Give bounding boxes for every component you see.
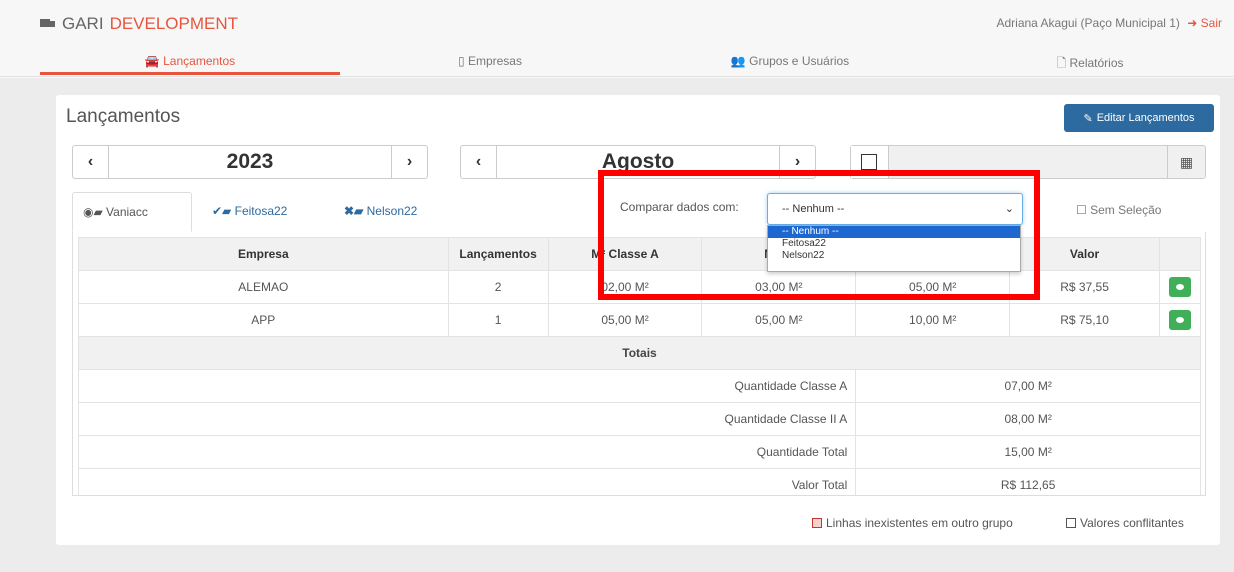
- calendar-icon[interactable]: ▦: [1167, 146, 1205, 178]
- nav-item-label: Empresas: [467, 54, 522, 68]
- edit-lancamentos-button[interactable]: ✎ Editar Lançamentos: [1064, 104, 1214, 132]
- brand-logo[interactable]: GARI DEVELOPMENT: [40, 14, 238, 34]
- summary-row: Quantidade Classe A 07,00 M²: [77, 369, 1201, 403]
- summary-row: Quantidade Classe II A 08,00 M²: [77, 402, 1201, 436]
- car-icon: 🚘: [144, 54, 160, 68]
- cell-lancamentos: 2: [447, 270, 549, 304]
- edit-button-label: Editar Lançamentos: [1096, 112, 1195, 124]
- user-folder-icon: ◉▰: [83, 205, 103, 219]
- users-icon: 👥: [730, 54, 746, 68]
- tab-label: Feitosa22: [234, 204, 288, 218]
- user-info: Adriana Akagui (Paço Municipal 1) ➜ Sair: [996, 16, 1222, 30]
- summary-label: Quantidade Classe A: [77, 369, 857, 403]
- month-prev-button[interactable]: ‹: [461, 146, 497, 178]
- column-header: Empresa: [78, 237, 449, 271]
- column-header: Lançamentos: [447, 237, 549, 271]
- nav-item-empresas[interactable]: ▯ Empresas: [340, 54, 640, 68]
- no-selection-toggle[interactable]: ☐ Sem Seleção: [1076, 203, 1161, 217]
- brand-prefix: GARI: [62, 14, 104, 33]
- cell-empresa: APP: [78, 303, 449, 337]
- nav-item-lancamentos[interactable]: 🚘 Lançamentos: [40, 54, 340, 68]
- column-header: [1158, 237, 1202, 271]
- summary-value: 08,00 M²: [855, 402, 1201, 436]
- main-nav: 🚘 Lançamentos ▯ Empresas 👥 Grupos e Usuá…: [0, 50, 1234, 76]
- file-icon: 🗋: [1056, 56, 1067, 70]
- truck-icon: [40, 18, 56, 30]
- cell-lancamentos: 1: [447, 303, 549, 337]
- totals-label: Totais: [78, 336, 1201, 370]
- logout-label: Sair: [1200, 16, 1222, 30]
- no-selection-label: Sem Seleção: [1090, 203, 1162, 217]
- tab-label: Vaniacc: [106, 205, 148, 219]
- square-icon: ☐: [1076, 203, 1087, 217]
- nav-item-grupos[interactable]: 👥 Grupos e Usuários: [640, 54, 940, 68]
- red-square-icon: [812, 518, 822, 528]
- eye-icon[interactable]: [1168, 310, 1191, 330]
- nav-item-relatorios[interactable]: 🗋 Relatórios: [940, 54, 1234, 75]
- totals-row: Totais: [78, 336, 1201, 370]
- cell-valor: R$ 75,10: [1009, 303, 1160, 337]
- x-folder-icon: ✖▰: [344, 204, 364, 218]
- tab-nelson22[interactable]: ✖▰ Nelson22: [334, 192, 427, 232]
- square-icon: [1066, 518, 1076, 528]
- table-row: APP 1 05,00 M² 05,00 M² 10,00 M² R$ 75,1…: [78, 303, 1202, 337]
- summary-label: Valor Total: [77, 468, 857, 495]
- checkbox-square-icon: [861, 154, 877, 170]
- building-icon: ▯: [458, 54, 465, 68]
- eye-icon[interactable]: [1168, 277, 1191, 297]
- legend-missing-lines: Linhas inexistentes em outro grupo: [812, 516, 1013, 530]
- cell-action: [1158, 303, 1202, 337]
- logout-link[interactable]: ➜ Sair: [1187, 16, 1222, 30]
- user-name: Adriana Akagui (Paço Municipal 1): [996, 16, 1180, 30]
- nav-item-label: Lançamentos: [163, 54, 236, 68]
- page-title: Lançamentos: [66, 106, 181, 127]
- tab-feitosa22[interactable]: ✔▰ Feitosa22: [202, 192, 297, 232]
- summary-label: Quantidade Total: [77, 435, 857, 469]
- nav-item-label: Grupos e Usuários: [749, 54, 850, 68]
- check-folder-icon: ✔▰: [212, 204, 232, 218]
- cell-empresa: ALEMAO: [78, 270, 449, 304]
- nav-item-label: Relatórios: [1069, 56, 1124, 70]
- edit-icon: ✎: [1083, 112, 1093, 125]
- cell-total: 10,00 M²: [855, 303, 1011, 337]
- top-bar: GARI DEVELOPMENT Adriana Akagui (Paço Mu…: [0, 0, 1234, 78]
- year-value: 2023: [226, 150, 274, 173]
- cell-action: [1158, 270, 1202, 304]
- cell-classe-ii-a: 05,00 M²: [701, 303, 857, 337]
- legend-conflicting: Valores conflitantes: [1066, 516, 1184, 530]
- legend-label: Valores conflitantes: [1080, 516, 1184, 530]
- summary-value: 15,00 M²: [855, 435, 1201, 469]
- divider: [0, 76, 1234, 77]
- summary-value: 07,00 M²: [855, 369, 1201, 403]
- summary-row: Valor Total R$ 112,65: [77, 468, 1201, 495]
- active-tab-indicator: [40, 72, 340, 75]
- summary-value: R$ 112,65: [855, 468, 1201, 495]
- summary-label: Quantidade Classe II A: [77, 402, 857, 436]
- year-prev-button[interactable]: ‹: [73, 146, 109, 178]
- tab-vaniacc[interactable]: ◉▰ Vaniacc: [72, 192, 192, 232]
- tab-label: Nelson22: [366, 204, 418, 218]
- highlight-box: [598, 170, 1040, 300]
- legend-label: Linhas inexistentes em outro grupo: [826, 516, 1013, 530]
- year-next-button[interactable]: ›: [391, 146, 427, 178]
- summary-row: Quantidade Total 15,00 M²: [77, 435, 1201, 469]
- cell-classe-a: 05,00 M²: [547, 303, 703, 337]
- brand-suffix: DEVELOPMENT: [109, 14, 239, 33]
- year-stepper: ‹ 2023 ›: [72, 145, 428, 179]
